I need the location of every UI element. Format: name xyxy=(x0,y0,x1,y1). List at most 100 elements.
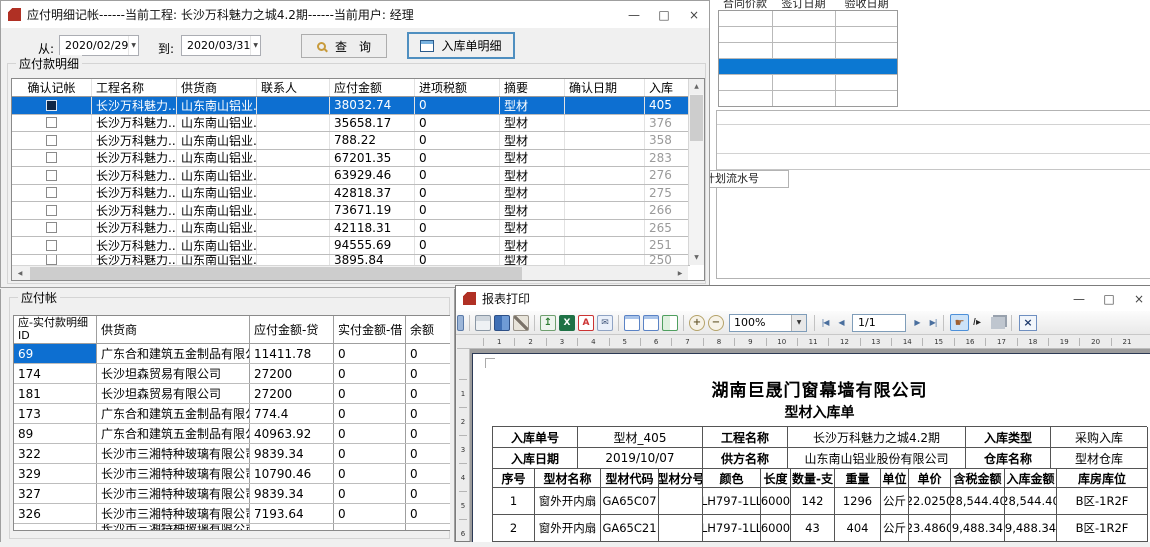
header-supplier[interactable]: 供货商 xyxy=(97,316,250,343)
close-button[interactable]: × xyxy=(679,1,709,28)
print-icon[interactable] xyxy=(475,315,491,331)
zoom-level-combo[interactable]: 100% ▼ xyxy=(729,314,807,332)
chevron-down-icon[interactable]: ▼ xyxy=(128,36,138,55)
next-page-button[interactable]: ▶ xyxy=(909,315,925,331)
header-summary[interactable]: 摘要 xyxy=(500,79,565,96)
table-row[interactable]: 长沙市三湘特种玻璃有限公司 xyxy=(14,524,450,531)
print-preview-area[interactable]: 湖南巨晟门窗幕墙有限公司 型材入库单 入库单号 型材_405 工程名称 长沙万科… xyxy=(470,349,1150,542)
export-excel-icon[interactable]: X xyxy=(559,315,575,331)
table-row[interactable] xyxy=(719,11,897,27)
checkbox[interactable] xyxy=(46,255,57,265)
app-grid-icon[interactable] xyxy=(457,315,464,331)
header-detail-id[interactable]: 应-实付款明细ID xyxy=(14,316,97,343)
confirm-cell[interactable] xyxy=(12,167,92,184)
confirm-cell[interactable] xyxy=(12,237,92,254)
table-row[interactable]: 长沙万科魅力... 山东南山铝业... 73671.19 0 型材 266 xyxy=(12,202,690,220)
detail-id-cell[interactable]: 326 xyxy=(14,504,97,523)
maximize-button[interactable]: □ xyxy=(649,1,679,28)
page-width-icon[interactable] xyxy=(624,315,640,331)
header-project[interactable]: 工程名称 xyxy=(92,79,177,96)
confirm-cell[interactable] xyxy=(12,185,92,202)
table-row[interactable]: 长沙万科魅力... 山东南山铝业... 42818.37 0 型材 275 xyxy=(12,185,690,203)
checkbox[interactable] xyxy=(46,205,57,216)
copy-pages-icon[interactable] xyxy=(991,317,1005,329)
separator[interactable] xyxy=(618,315,619,331)
print-setup-icon[interactable] xyxy=(513,315,529,331)
date-from-combo[interactable]: 2020/02/29 ▼ xyxy=(59,35,139,56)
table-row[interactable]: 长沙万科魅力... 山东南山铝业... 67201.35 0 型材 283 xyxy=(12,150,690,168)
header-debit[interactable]: 实付金额-借 xyxy=(334,316,406,343)
scroll-right-button[interactable]: ▶ xyxy=(672,266,688,280)
confirm-cell[interactable] xyxy=(12,255,92,265)
scroll-up-button[interactable]: ▲ xyxy=(689,79,704,94)
checkbox[interactable] xyxy=(46,240,57,251)
detail-id-cell[interactable]: 174 xyxy=(14,364,97,383)
table-row[interactable]: 322 长沙市三湘特种玻璃有限公司 9839.34 0 0 xyxy=(14,444,450,464)
confirm-cell[interactable] xyxy=(12,220,92,237)
chevron-down-icon[interactable]: ▼ xyxy=(791,315,806,331)
confirm-cell[interactable] xyxy=(12,150,92,167)
header-tax[interactable]: 进项税额 xyxy=(415,79,500,96)
header-contact[interactable]: 联系人 xyxy=(257,79,330,96)
header-confirm[interactable]: 确认记帐 xyxy=(12,79,92,96)
horizontal-scrollbar[interactable]: ◀ ▶ xyxy=(12,265,688,280)
hand-tool-icon[interactable]: ☛ xyxy=(950,314,969,331)
separator[interactable] xyxy=(469,315,470,331)
checkbox[interactable] xyxy=(46,222,57,233)
table-row[interactable]: 89 广东合和建筑五金制品有限公司 40963.92 0 0 xyxy=(14,424,450,444)
detail-id-cell[interactable]: 173 xyxy=(14,404,97,423)
table-row[interactable]: 69 广东合和建筑五金制品有限公司 11411.78 0 0 xyxy=(14,344,450,364)
detail-id-cell[interactable] xyxy=(14,524,97,531)
entry-detail-button[interactable]: 入库单明细 xyxy=(407,32,515,59)
close-preview-icon[interactable]: × xyxy=(1019,315,1037,331)
table-row[interactable] xyxy=(719,75,897,91)
table-row[interactable]: 173 广东合和建筑五金制品有限公司 774.4 0 0 xyxy=(14,404,450,424)
detail-id-cell[interactable]: 322 xyxy=(14,444,97,463)
table-row[interactable]: 长沙万科魅力... 山东南山铝业... 63929.46 0 型材 276 xyxy=(12,167,690,185)
table-row[interactable]: 长沙万科魅力... 山东南山铝业... 42118.31 0 型材 265 xyxy=(12,220,690,238)
checkbox[interactable] xyxy=(46,187,57,198)
query-button[interactable]: 查 询 xyxy=(301,34,387,58)
previous-page-button[interactable]: ◀ xyxy=(833,315,849,331)
minimize-button[interactable]: — xyxy=(1064,286,1094,311)
zoom-in-icon[interactable]: + xyxy=(689,315,705,331)
vertical-scrollbar[interactable]: ▲ ▼ xyxy=(688,79,704,265)
send-mail-icon[interactable]: ✉ xyxy=(597,315,613,331)
maximize-button[interactable]: □ xyxy=(1094,286,1124,311)
first-page-button[interactable]: |◀ xyxy=(817,315,833,331)
minimize-button[interactable]: — xyxy=(619,1,649,28)
book-preview-icon[interactable] xyxy=(494,315,510,331)
confirm-cell[interactable] xyxy=(12,115,92,132)
checkbox[interactable] xyxy=(46,170,57,181)
text-select-tool-icon[interactable]: I▸ xyxy=(969,317,985,328)
confirm-cell[interactable] xyxy=(12,202,92,219)
header-confirm-date[interactable]: 确认日期 xyxy=(565,79,645,96)
checkbox[interactable] xyxy=(46,117,57,128)
table-row[interactable]: 长沙万科魅力... 山东南山铝业... 35658.17 0 型材 376 xyxy=(12,115,690,133)
checkbox[interactable] xyxy=(46,152,57,163)
table-row[interactable]: 326 长沙市三湘特种玻璃有限公司 7193.64 0 0 xyxy=(14,504,450,524)
detail-id-cell[interactable]: 181 xyxy=(14,384,97,403)
checkbox[interactable] xyxy=(46,135,57,146)
titlebar[interactable]: 应付明细记帐------当前工程: 长沙万科魅力之城4.2期------当前用户… xyxy=(1,1,709,28)
detail-id-cell[interactable]: 329 xyxy=(14,464,97,483)
page-indicator-input[interactable]: 1/1 xyxy=(852,314,906,332)
table-row[interactable]: 181 长沙坦森贸易有限公司 27200 0 0 xyxy=(14,384,450,404)
separator[interactable] xyxy=(683,315,684,331)
table-row[interactable] xyxy=(719,43,897,59)
checkbox[interactable] xyxy=(46,100,57,111)
table-row[interactable]: 329 长沙市三湘特种玻璃有限公司 10790.46 0 0 xyxy=(14,464,450,484)
table-row[interactable] xyxy=(719,59,897,75)
scrollbar-thumb[interactable] xyxy=(30,267,522,280)
header-credit[interactable]: 应付金额-贷 xyxy=(250,316,334,343)
table-row[interactable]: 长沙万科魅力... 山东南山铝业... 788.22 0 型材 358 xyxy=(12,132,690,150)
table-row[interactable] xyxy=(719,91,897,106)
multiple-pages-icon[interactable] xyxy=(662,315,678,331)
separator[interactable] xyxy=(534,315,535,331)
chevron-down-icon[interactable]: ▼ xyxy=(250,36,260,55)
export-icon[interactable]: ↥ xyxy=(540,315,556,331)
table-row[interactable]: 长沙万科魅力... 山东南山铝业... 3895.84 0 型材 250 xyxy=(12,255,690,266)
detail-id-cell[interactable]: 69 xyxy=(14,344,97,363)
header-balance[interactable]: 余额 xyxy=(406,316,450,343)
table-row[interactable]: 327 长沙市三湘特种玻璃有限公司 9839.34 0 0 xyxy=(14,484,450,504)
